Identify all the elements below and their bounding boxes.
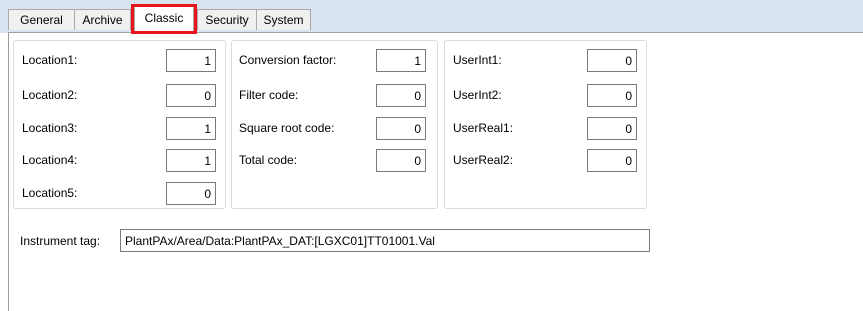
tab-system[interactable]: System [256, 9, 311, 30]
location4-label: Location4: [22, 153, 78, 167]
location4-field[interactable] [166, 149, 216, 172]
userint2-field[interactable] [587, 84, 637, 107]
location2-label: Location2: [22, 88, 78, 102]
userreal1-label: UserReal1: [453, 121, 514, 135]
location5-field[interactable] [166, 182, 216, 205]
conversion-factor-field[interactable] [376, 49, 426, 72]
userint1-field[interactable] [587, 49, 637, 72]
total-code-label: Total code: [239, 153, 298, 167]
location3-field[interactable] [166, 117, 216, 140]
location5-label: Location5: [22, 186, 78, 200]
tab-archive[interactable]: Archive [74, 9, 131, 30]
location1-field[interactable] [166, 49, 216, 72]
square-root-code-field[interactable] [376, 117, 426, 140]
userreal2-label: UserReal2: [453, 153, 514, 167]
userint1-label: UserInt1: [453, 53, 502, 67]
tab-security[interactable]: Security [197, 9, 257, 30]
tab-classic[interactable]: Classic [131, 4, 197, 34]
total-code-field[interactable] [376, 149, 426, 172]
filter-code-label: Filter code: [239, 88, 299, 102]
conversion-factor-label: Conversion factor: [239, 53, 337, 67]
instrument-tag-field[interactable] [120, 229, 650, 252]
userreal2-field[interactable] [587, 149, 637, 172]
square-root-code-label: Square root code: [239, 121, 335, 135]
tab-classic-label: Classic [144, 11, 184, 25]
userreal1-field[interactable] [587, 117, 637, 140]
filter-code-field[interactable] [376, 84, 426, 107]
location1-label: Location1: [22, 53, 78, 67]
instrument-tag-label: Instrument tag: [20, 234, 101, 248]
userint2-label: UserInt2: [453, 88, 502, 102]
tab-general[interactable]: General [8, 9, 75, 30]
location3-label: Location3: [22, 121, 78, 135]
location2-field[interactable] [166, 84, 216, 107]
